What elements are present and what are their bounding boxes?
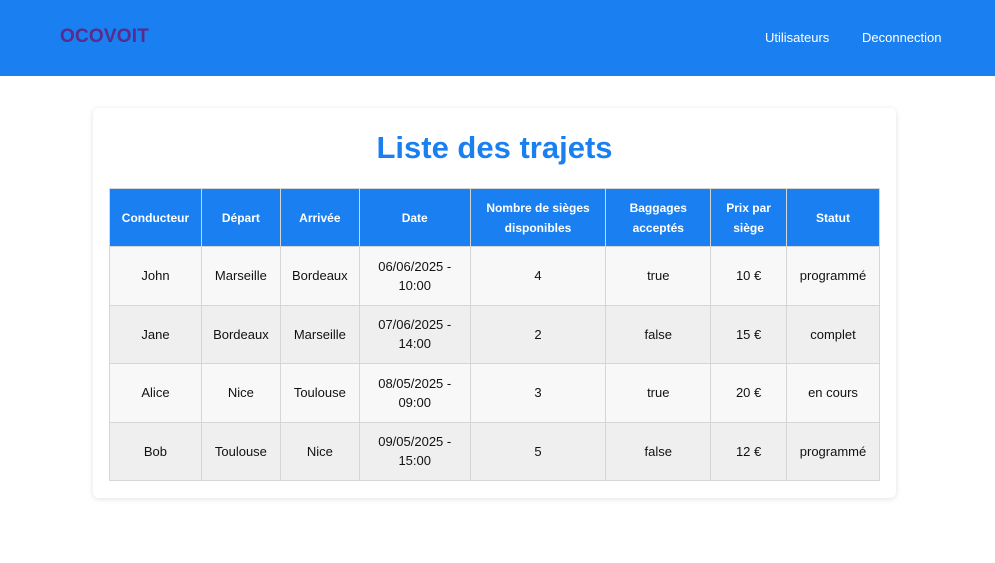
column-header-conducteur: Conducteur: [109, 188, 202, 247]
cell-date: 06/06/2025 - 10:00: [358, 246, 471, 306]
cell-date: 07/06/2025 - 14:00: [358, 304, 471, 364]
cell-seats: 3: [469, 363, 607, 423]
cell-arrival: Bordeaux: [279, 246, 360, 306]
cell-departure: Bordeaux: [200, 304, 281, 364]
cell-baggage: false: [605, 304, 712, 364]
cell-departure: Nice: [200, 363, 281, 423]
cell-baggage: true: [605, 363, 712, 423]
cell-price: 20 €: [710, 363, 788, 423]
column-header-baggage: Baggages acceptés: [605, 188, 712, 247]
table-row: Alice Nice Toulouse 08/05/2025 - 09:00 3…: [109, 363, 880, 423]
cell-seats: 4: [469, 246, 607, 306]
cell-seats: 5: [469, 421, 607, 481]
cell-status: en cours: [786, 363, 880, 423]
table-row: Jane Bordeaux Marseille 07/06/2025 - 14:…: [109, 304, 880, 364]
cell-arrival: Toulouse: [279, 363, 360, 423]
nav-link-logout[interactable]: Deconnection: [862, 30, 942, 45]
cell-status: complet: [786, 304, 880, 364]
navbar: OCOVOIT Utilisateurs Deconnection: [0, 0, 995, 76]
cell-seats: 2: [469, 304, 607, 364]
column-header-depart: Départ: [200, 188, 281, 247]
cell-date: 09/05/2025 - 15:00: [358, 421, 471, 481]
column-header-arrivee: Arrivée: [279, 188, 360, 247]
table-row: John Marseille Bordeaux 06/06/2025 - 10:…: [109, 246, 880, 306]
cell-arrival: Nice: [279, 421, 360, 481]
cell-driver: Bob: [109, 421, 202, 481]
trips-card: Liste des trajets Conducteur Départ Arri…: [93, 108, 896, 498]
cell-price: 15 €: [710, 304, 788, 364]
column-header-date: Date: [358, 188, 471, 247]
cell-status: programmé: [786, 421, 880, 481]
cell-price: 10 €: [710, 246, 788, 306]
page-title: Liste des trajets: [376, 130, 613, 165]
cell-baggage: false: [605, 421, 712, 481]
cell-departure: Toulouse: [200, 421, 281, 481]
cell-date: 08/05/2025 - 09:00: [358, 363, 471, 423]
column-header-price: Prix par siège: [710, 188, 788, 247]
trips-table: Conducteur Départ Arrivée Date Nombre de…: [109, 188, 880, 481]
brand-logo[interactable]: OCOVOIT: [60, 26, 149, 48]
column-header-seats: Nombre de sièges disponibles: [469, 188, 607, 247]
table-row: Bob Toulouse Nice 09/05/2025 - 15:00 5 f…: [109, 421, 880, 481]
cell-arrival: Marseille: [279, 304, 360, 364]
cell-baggage: true: [605, 246, 712, 306]
table-header-row: Conducteur Départ Arrivée Date Nombre de…: [109, 188, 880, 247]
cell-driver: Jane: [109, 304, 202, 364]
cell-departure: Marseille: [200, 246, 281, 306]
column-header-status: Statut: [786, 188, 880, 247]
cell-driver: John: [109, 246, 202, 306]
cell-driver: Alice: [109, 363, 202, 423]
cell-status: programmé: [786, 246, 880, 306]
nav-link-users[interactable]: Utilisateurs: [765, 30, 829, 45]
cell-price: 12 €: [710, 421, 788, 481]
